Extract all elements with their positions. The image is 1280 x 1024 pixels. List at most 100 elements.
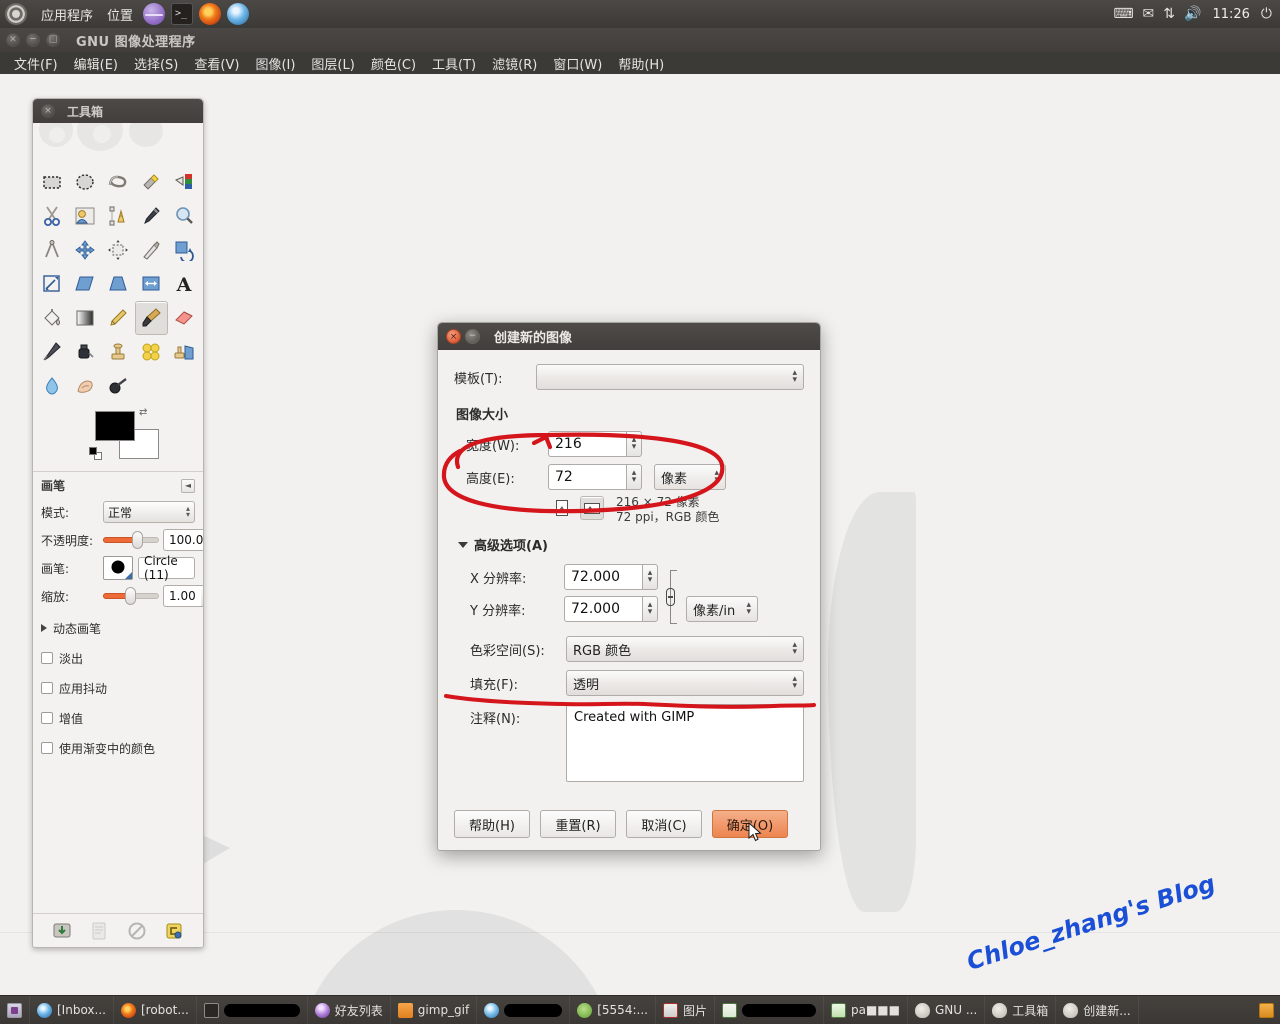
size-unit-select[interactable]: 像素 ▴ ▾ (654, 464, 726, 490)
menu-help[interactable]: 帮助(H) (610, 54, 672, 73)
water-drop-icon[interactable] (227, 3, 250, 25)
tool-clone[interactable] (101, 335, 134, 369)
menu-layer[interactable]: 图层(L) (303, 54, 362, 73)
taskbar-item-qq[interactable]: 好友列表 (308, 995, 391, 1024)
tool-scale[interactable] (35, 267, 68, 301)
taskbar-item-image-viewer[interactable]: 图片 (656, 995, 715, 1024)
tool-rect-select[interactable] (35, 165, 68, 199)
taskbar-item-thunderbird[interactable]: [Inbox... (30, 995, 114, 1024)
height-stepper[interactable]: ▴ ▾ (626, 464, 642, 490)
landscape-orientation-button[interactable] (580, 496, 604, 520)
tool-foreground-select[interactable] (68, 199, 101, 233)
tool-paths[interactable] (101, 199, 134, 233)
tool-scissors-select[interactable] (35, 199, 68, 233)
template-select[interactable]: ▴ ▾ (536, 364, 804, 390)
x-resolution-stepper[interactable]: ▴ ▾ (642, 564, 658, 590)
tool-select-by-color[interactable] (168, 165, 201, 199)
foreground-color-swatch[interactable] (95, 411, 135, 441)
portrait-orientation-button[interactable] (550, 496, 574, 520)
tool-fuzzy-select[interactable] (135, 165, 168, 199)
mode-select[interactable]: 正常 ▴ ▾ (103, 501, 195, 523)
keyboard-icon[interactable]: ⌨ (1113, 7, 1133, 21)
browser-purple-icon[interactable] (143, 3, 166, 25)
dialog-close-button[interactable]: × (446, 329, 461, 344)
cancel-button[interactable]: 取消(C) (626, 810, 702, 838)
checkbox-fade-out[interactable]: 淡出 (41, 646, 195, 670)
tool-smudge[interactable] (68, 369, 101, 403)
tool-measure[interactable] (35, 233, 68, 267)
tool-bucket-fill[interactable] (35, 301, 68, 335)
terminal-icon[interactable]: >_ (171, 3, 194, 25)
reset-tool-options-icon[interactable] (164, 921, 184, 941)
tool-eraser[interactable] (168, 301, 201, 335)
tool-pencil[interactable] (101, 301, 134, 335)
comment-textarea[interactable]: Created with GIMP (566, 704, 804, 782)
resolution-chain-icon[interactable] (664, 566, 678, 628)
restore-tool-options-icon[interactable] (89, 921, 109, 941)
tool-perspective-clone[interactable] (168, 335, 201, 369)
scale-input[interactable]: 1.00 (163, 585, 201, 607)
taskbar-item-firefox[interactable]: [robot... (114, 995, 197, 1024)
dynamics-disclosure[interactable]: 动态画笔 (41, 616, 195, 640)
window-minimize-button[interactable]: − (26, 33, 40, 47)
firefox-icon[interactable] (199, 3, 222, 25)
tool-color-picker[interactable] (135, 199, 168, 233)
width-stepper[interactable]: ▴ ▾ (626, 431, 642, 457)
x-resolution-input[interactable]: 72.000 (564, 564, 642, 590)
reset-button[interactable]: 重置(R) (540, 810, 616, 838)
delete-tool-options-icon[interactable] (127, 921, 147, 941)
menu-colors[interactable]: 颜色(C) (363, 54, 424, 73)
tool-paintbrush[interactable] (134, 301, 168, 335)
menu-tools[interactable]: 工具(T) (424, 54, 484, 73)
ubuntu-logo-icon[interactable] (5, 3, 27, 25)
menu-filters[interactable]: 滤镜(R) (484, 54, 545, 73)
fill-select[interactable]: 透明 ▴ ▾ (566, 670, 804, 696)
scale-slider[interactable] (103, 585, 159, 607)
brush-preview[interactable] (103, 556, 133, 580)
taskbar-item-workspace[interactable] (0, 995, 30, 1024)
tool-ink[interactable] (68, 335, 101, 369)
y-resolution-stepper[interactable]: ▴ ▾ (642, 596, 658, 622)
tool-blur-sharpen[interactable] (35, 369, 68, 403)
tool-move[interactable] (68, 233, 101, 267)
tool-heal[interactable] (135, 335, 168, 369)
taskbar-item-gimp-main[interactable]: GNU ... (908, 995, 986, 1024)
tool-flip[interactable] (135, 267, 168, 301)
checkbox-use-gradient-color[interactable]: 使用渐变中的颜色 (41, 736, 195, 760)
toolbox-close-button[interactable]: × (41, 104, 55, 118)
y-resolution-input[interactable]: 72.000 (564, 596, 642, 622)
taskbar-item-folder[interactable]: gimp_gif (391, 995, 478, 1024)
power-icon[interactable]: ⏻ (1261, 7, 1272, 21)
clock[interactable]: 11:26 (1210, 7, 1251, 22)
tool-dodge-burn[interactable] (101, 369, 134, 403)
colorspace-select[interactable]: RGB 颜色 ▴ ▾ (566, 636, 804, 662)
taskbar-item-app[interactable] (477, 995, 571, 1024)
swap-colors-icon[interactable]: ⇄ (139, 407, 147, 418)
menu-select[interactable]: 选择(S) (126, 54, 186, 73)
tool-rotate[interactable] (168, 233, 201, 267)
height-input[interactable]: 72 (548, 464, 626, 490)
tool-ellipse-select[interactable] (68, 165, 101, 199)
save-tool-options-icon[interactable] (52, 921, 72, 941)
menu-windows[interactable]: 窗口(W) (545, 54, 610, 73)
window-close-button[interactable]: × (6, 33, 20, 47)
taskbar-item-android[interactable]: [5554:... (570, 995, 656, 1024)
menu-file[interactable]: 文件(F) (6, 54, 66, 73)
taskbar-item-document[interactable] (715, 995, 824, 1024)
show-desktop-icon[interactable] (1259, 1002, 1274, 1018)
checkbox-incremental[interactable]: 增值 (41, 706, 195, 730)
opacity-slider[interactable] (103, 529, 159, 551)
mail-icon[interactable]: ✉ (1143, 7, 1155, 21)
opacity-input[interactable]: 100.0 (163, 529, 203, 551)
tool-airbrush[interactable] (35, 335, 68, 369)
width-input[interactable]: 216 (548, 431, 626, 457)
taskbar-item-spreadsheet[interactable]: pa■■■ (824, 995, 908, 1024)
scale-stepper[interactable]: ▴▾ (200, 585, 203, 607)
panel-menu-applications[interactable]: 应用程序 (34, 5, 100, 24)
menu-edit[interactable]: 编辑(E) (66, 54, 126, 73)
taskbar-item-terminal[interactable] (197, 995, 308, 1024)
tool-crop[interactable] (135, 233, 168, 267)
tool-text[interactable]: A (168, 267, 201, 301)
advanced-options-disclosure[interactable]: 高级选项(A) (458, 535, 804, 554)
window-maximize-button[interactable]: □ (46, 33, 60, 47)
